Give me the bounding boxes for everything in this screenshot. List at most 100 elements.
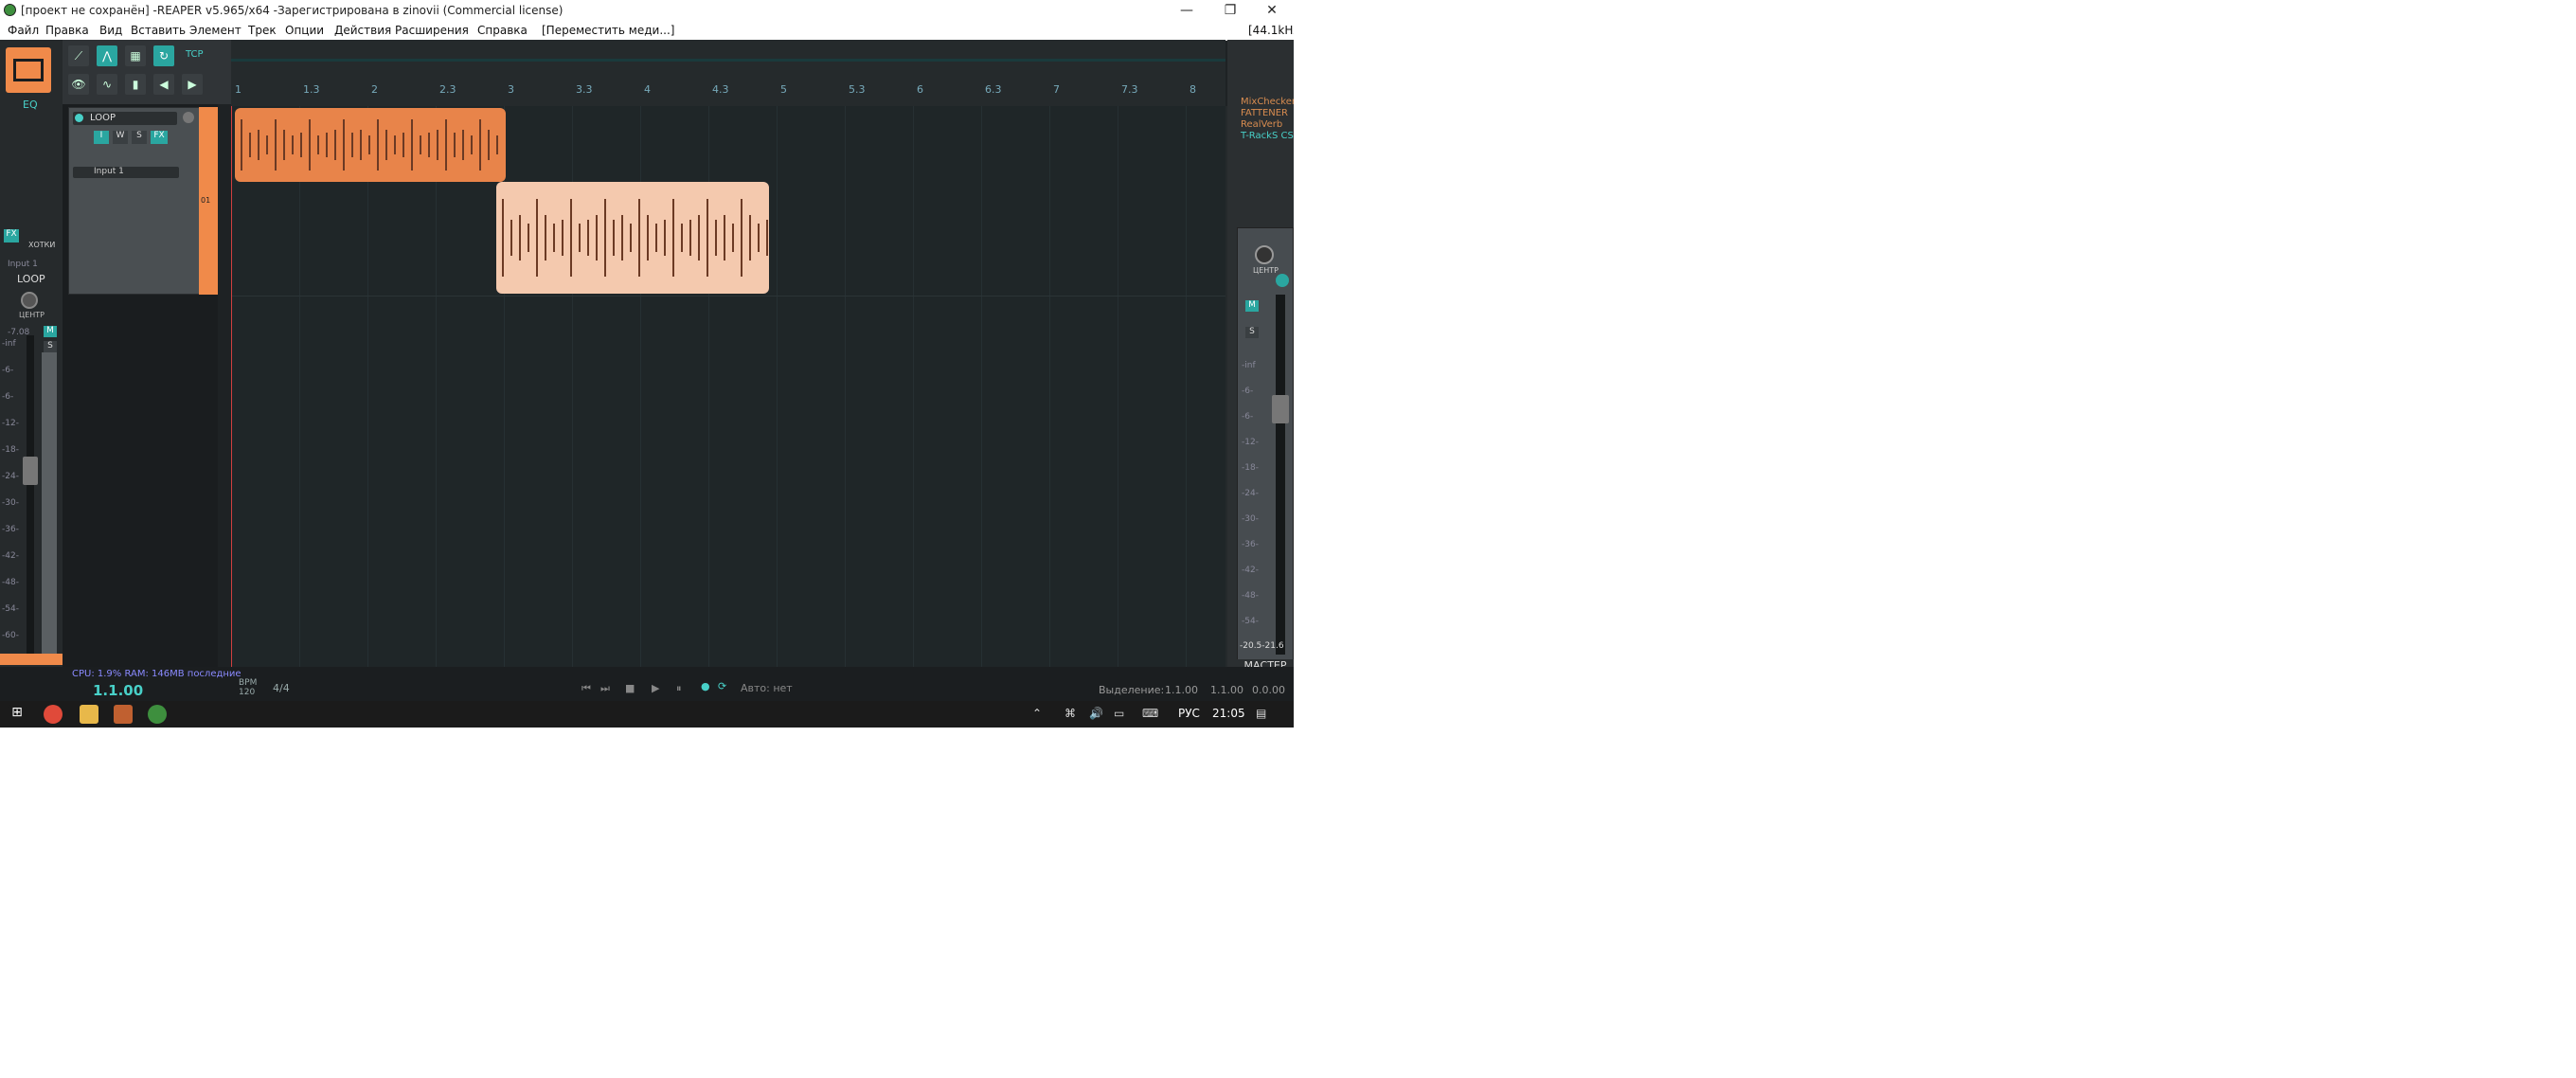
meter-scale-label: -6- (1242, 386, 1254, 396)
meter-scale-label: -18- (2, 445, 19, 455)
mixer-solo-button[interactable]: S (44, 341, 57, 352)
waveform-icon[interactable]: ∿ (97, 74, 117, 95)
app-icon[interactable] (114, 705, 133, 724)
bpm-value[interactable]: 120 (239, 688, 255, 697)
keyboard-icon[interactable] (6, 47, 51, 93)
record-icon[interactable]: ● (701, 680, 710, 692)
meter-scale-label: -12- (1242, 438, 1259, 447)
media-item-1[interactable] (235, 108, 506, 182)
automation-mode[interactable]: Авто: нет (741, 682, 793, 694)
grid-icon[interactable]: ▦ (125, 45, 146, 66)
media-item-2[interactable] (496, 182, 769, 294)
mixer-mute-button[interactable]: M (44, 326, 57, 337)
loop-icon[interactable]: ↻ (153, 45, 174, 66)
nav-right-icon[interactable]: ▶ (182, 74, 203, 95)
volume-icon[interactable]: 🔊 (1089, 707, 1103, 720)
selection-start[interactable]: 1.1.00 (1165, 684, 1198, 696)
timeline-ruler[interactable]: 1 1.3 2 2.3 3 3.3 4 4.3 5 5.3 6 6.3 7 7.3 8 (231, 40, 1225, 106)
mixer-meter (42, 352, 57, 661)
meter-scale-label: -24- (1242, 489, 1259, 498)
track-input-button[interactable]: I (94, 131, 109, 144)
file-explorer-icon[interactable] (80, 705, 98, 724)
ruler-marker: 8 (1190, 83, 1196, 96)
play-icon[interactable]: ▶ (652, 682, 659, 694)
ruler-marker: 7.3 (1121, 83, 1138, 96)
minimize-button[interactable]: — (1165, 0, 1208, 21)
time-signature[interactable]: 4/4 (273, 682, 290, 694)
volume-fader-handle[interactable] (23, 457, 38, 485)
volume-knob[interactable] (183, 112, 194, 123)
reaper-taskbar-icon[interactable] (148, 705, 167, 724)
selection-length[interactable]: 0.0.00 (1252, 684, 1285, 696)
menu-options[interactable]: Опции (285, 24, 324, 37)
menu-edit[interactable]: Правка (45, 24, 89, 37)
play-cursor (231, 106, 232, 667)
master-mute-button[interactable]: M (1245, 300, 1259, 312)
track-name-field[interactable]: LOOP (73, 112, 177, 125)
ruler-marker: 5.3 (849, 83, 866, 96)
track-write-button[interactable]: W (113, 131, 128, 144)
nav-left-icon[interactable]: ◀ (153, 74, 174, 95)
master-pan-knob[interactable] (1255, 245, 1274, 264)
track-input-select[interactable]: Input 1 (73, 167, 179, 178)
master-settings-icon[interactable] (1276, 274, 1289, 287)
track-header[interactable]: LOOP I W S FX Input 1 (68, 107, 217, 295)
clock[interactable]: 21:05 (1212, 707, 1245, 720)
meter-scale-label: -42- (1242, 566, 1259, 575)
menu-file[interactable]: Файл (8, 24, 39, 37)
go-start-icon[interactable]: ⏮ (581, 682, 591, 695)
menu-insert[interactable]: Вставить (131, 24, 186, 37)
meter-scale: -inf -6- -6- -12- -18- -24- -30- -36- -42- -48- -5… (2, 339, 21, 671)
pause-icon[interactable]: ⏸ (676, 682, 682, 695)
master-fx-list[interactable]: MixChecker FATTENER RealVerb T-RackS CS … (1235, 97, 1294, 153)
close-button[interactable]: ✕ (1250, 0, 1294, 21)
fx-item-mixchecker[interactable]: MixChecker (1241, 97, 1294, 107)
left-mixer-strip: EQ FX ХОТКИ Input 1 LOOP ЦЕНТР -7.08 M S… (0, 40, 63, 673)
notifications-icon[interactable]: ▤ (1256, 707, 1266, 720)
master-fader-track[interactable] (1276, 295, 1285, 655)
track-fx-button[interactable]: FX (151, 131, 168, 144)
meter-scale-label: -30- (1242, 514, 1259, 524)
ruler-marker: 6 (917, 83, 923, 96)
pan-knob[interactable] (21, 292, 38, 309)
keyboard-tray-icon[interactable]: ⌨ (1142, 707, 1158, 720)
record-arm-icon[interactable] (75, 114, 83, 122)
meter-scale-label: -6- (2, 366, 14, 375)
repeat-icon[interactable]: ⟳ (718, 680, 726, 692)
arrange-view[interactable] (231, 106, 1225, 676)
menu-actions[interactable]: Действия (334, 24, 391, 37)
menu-extensions[interactable]: Расширения (395, 24, 469, 37)
eq-label[interactable]: EQ (23, 99, 38, 111)
menu-item[interactable]: Элемент (189, 24, 242, 37)
network-icon[interactable]: ⌘ (1064, 707, 1076, 720)
tcp-label[interactable]: TCP (186, 49, 204, 60)
fx-item-realverb[interactable]: RealVerb (1241, 119, 1282, 130)
windows-start-icon[interactable]: ⊞ (8, 705, 27, 724)
tray-chevron-icon[interactable]: ⌃ (1032, 707, 1042, 720)
selection-end[interactable]: 1.1.00 (1210, 684, 1243, 696)
menu-view[interactable]: Вид (99, 24, 122, 37)
language-indicator[interactable]: РУС (1178, 707, 1200, 720)
visibility-icon[interactable]: 👁 (68, 74, 89, 95)
auto-crossfade-icon[interactable]: ⋀ (97, 45, 117, 66)
master-solo-button[interactable]: S (1245, 327, 1259, 338)
chrome-icon[interactable] (44, 705, 63, 724)
track-solo-button[interactable]: S (132, 131, 147, 144)
battery-icon[interactable]: ▭ (1114, 707, 1124, 720)
restore-button[interactable]: ❐ (1208, 0, 1252, 21)
volume-fader-track[interactable] (27, 335, 34, 663)
fx-button[interactable]: FX (4, 229, 19, 243)
master-fader-handle[interactable] (1272, 395, 1289, 423)
meter-scale-label: -24- (2, 472, 19, 481)
fx-item-trackscs[interactable]: T-RackS CS M (1241, 131, 1294, 141)
envelope-tool-icon[interactable]: ⟋ (68, 45, 89, 66)
meter-scale-label: -60- (2, 631, 19, 640)
menu-help[interactable]: Справка (477, 24, 528, 37)
go-end-icon[interactable]: ⏭ (600, 682, 610, 695)
meter-icon[interactable]: ▮ (125, 74, 146, 95)
menu-status: [Переместить меди...] (542, 24, 675, 37)
stop-icon[interactable]: ■ (625, 682, 635, 694)
fx-item-fattener[interactable]: FATTENER (1241, 108, 1288, 118)
time-position[interactable]: 1.1.00 (93, 682, 143, 699)
menu-track[interactable]: Трек (248, 24, 277, 37)
